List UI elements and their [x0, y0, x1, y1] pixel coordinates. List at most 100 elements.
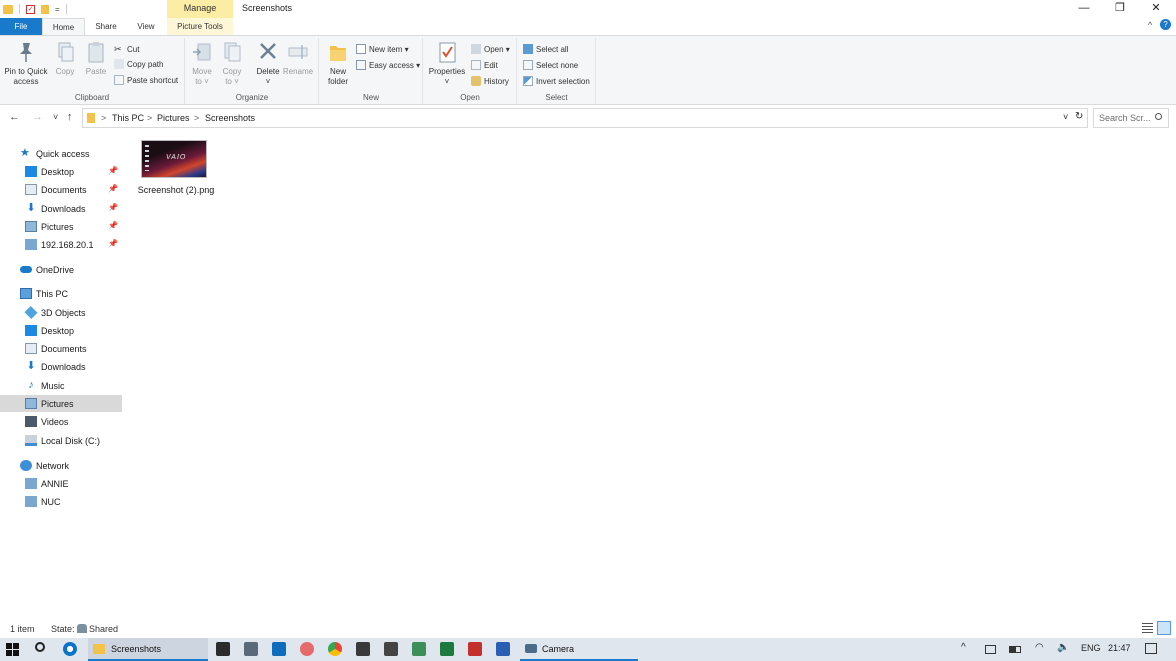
store-icon[interactable]	[216, 642, 230, 656]
properties-check-icon[interactable]: ✓	[26, 4, 35, 14]
nav-documents[interactable]: Documents	[0, 340, 122, 357]
outlook-icon[interactable]	[272, 642, 286, 656]
search-icon[interactable]	[35, 642, 45, 652]
recent-locations-button[interactable]: ˅	[53, 112, 58, 122]
nav-downloads[interactable]: ⬇ Downloads	[0, 358, 122, 375]
nav-network-nuc[interactable]: NUC	[0, 493, 122, 510]
tab-picture-tools[interactable]: Picture Tools	[167, 18, 233, 35]
large-icons-view-icon[interactable]	[1157, 621, 1171, 635]
tab-file[interactable]: File	[0, 18, 42, 35]
breadcrumb-this-pc[interactable]: This PC	[112, 113, 144, 123]
nav-pictures[interactable]: Pictures	[0, 395, 122, 412]
new-group-label: New	[362, 93, 379, 102]
close-button[interactable]: ✕	[1138, 0, 1174, 18]
address-row: ← → ˅ ↑ > This PC > Pictures > Screensho…	[0, 106, 1176, 130]
copy-path-button[interactable]: Copy path	[114, 57, 163, 71]
new-folder-button[interactable]: New folder	[324, 40, 352, 87]
paste-button[interactable]: Paste	[82, 40, 110, 77]
taskbar-app-explorer[interactable]: Screenshots	[88, 638, 208, 661]
volume-icon[interactable]: 🔈	[1057, 642, 1069, 653]
copy-to-button[interactable]: Copy to ˅	[218, 40, 246, 87]
nav-network[interactable]: Network	[0, 457, 122, 474]
nav-3d-objects[interactable]: 3D Objects	[0, 304, 122, 321]
select-all-button[interactable]: Select all	[523, 42, 568, 56]
paste-icon	[88, 42, 104, 63]
forward-button[interactable]: →	[32, 111, 43, 123]
back-button[interactable]: ←	[9, 111, 20, 123]
address-bar[interactable]: > This PC > Pictures > Screenshots ˅ ↻	[82, 108, 1088, 128]
acrobat-icon[interactable]	[468, 642, 482, 656]
windows-start-icon[interactable]	[6, 643, 19, 656]
nav-videos[interactable]: Videos	[0, 413, 122, 430]
move-to-button[interactable]: Move to ˅	[188, 40, 216, 87]
edge-browser-icon[interactable]	[63, 642, 77, 656]
select-none-button[interactable]: Select none	[523, 58, 578, 72]
customize-qa-dropdown[interactable]: =	[55, 5, 60, 14]
app-icon[interactable]	[356, 642, 370, 656]
new-folder-qa-icon[interactable]	[41, 4, 49, 14]
nav-quick-downloads[interactable]: ⬇ Downloads 📌	[0, 200, 122, 217]
nav-local-disk[interactable]: Local Disk (C:)	[0, 432, 122, 449]
refresh-button[interactable]: ↻	[1075, 111, 1083, 122]
nav-music[interactable]: ♪ Music	[0, 377, 122, 394]
word-icon[interactable]	[496, 642, 510, 656]
tab-home[interactable]: Home	[42, 18, 85, 35]
address-dropdown-button[interactable]: ˅	[1063, 112, 1068, 122]
edit-button[interactable]: Edit	[471, 58, 498, 72]
tab-view[interactable]: View	[127, 18, 165, 35]
invert-selection-button[interactable]: Invert selection	[523, 74, 590, 88]
easy-access-button[interactable]: Easy access ▾	[356, 58, 420, 72]
thumbnail-logo-text: VAIO	[166, 154, 187, 161]
history-button[interactable]: History	[471, 74, 509, 88]
cut-button[interactable]: ✂ Cut	[114, 42, 139, 56]
help-button[interactable]: ?	[1160, 19, 1171, 30]
details-view-icon[interactable]	[1142, 623, 1153, 634]
battery-icon[interactable]	[1009, 646, 1021, 653]
quick-access-toolbar: ✓ =	[3, 3, 67, 15]
nav-quick-access[interactable]: ★ Quick access	[0, 145, 122, 162]
tab-share[interactable]: Share	[85, 18, 127, 35]
language-indicator[interactable]: ENG	[1081, 643, 1101, 653]
manage-contextual-tab[interactable]: Manage	[167, 0, 233, 18]
file-item[interactable]: VAIO Screenshot (2).png	[123, 136, 233, 212]
nav-network-annie[interactable]: ANNIE	[0, 475, 122, 492]
breadcrumb-screenshots[interactable]: Screenshots	[205, 113, 255, 123]
app-icon[interactable]	[300, 642, 314, 656]
app-icon[interactable]	[412, 642, 426, 656]
rename-button[interactable]: Rename	[282, 40, 314, 77]
up-button[interactable]: ↑	[67, 111, 73, 123]
pin-to-quick-access-button[interactable]: Pin to Quick access	[3, 40, 49, 87]
nav-quick-documents[interactable]: Documents 📌	[0, 181, 122, 198]
new-group: New folder New item ▾ Easy access ▾ New	[320, 38, 423, 104]
show-hidden-icons-chevron[interactable]: ^	[961, 642, 966, 653]
keyboard-icon[interactable]	[985, 645, 996, 654]
network-drive-icon	[25, 239, 37, 250]
paste-shortcut-button[interactable]: Paste shortcut	[114, 73, 178, 87]
maximize-button[interactable]: ❐	[1102, 0, 1138, 18]
app-icon[interactable]	[244, 642, 258, 656]
delete-button[interactable]: Delete ˅	[252, 40, 284, 87]
notifications-icon[interactable]	[1145, 643, 1157, 654]
nav-onedrive[interactable]: OneDrive	[0, 261, 122, 278]
collapse-ribbon-button[interactable]: ^	[1148, 20, 1152, 30]
breadcrumb-pictures[interactable]: Pictures	[157, 113, 190, 123]
excel-icon[interactable]	[440, 642, 454, 656]
chrome-icon[interactable]	[328, 642, 342, 656]
wifi-icon[interactable]: ◠	[1035, 642, 1044, 653]
minimize-button[interactable]: —	[1066, 0, 1102, 18]
app-icon[interactable]	[384, 642, 398, 656]
nav-quick-desktop[interactable]: Desktop 📌	[0, 163, 122, 180]
copy-to-icon	[224, 42, 241, 62]
properties-button[interactable]: Properties ˅	[426, 40, 468, 87]
open-button[interactable]: Open ▾	[471, 42, 510, 56]
copy-button[interactable]: Copy	[52, 40, 78, 77]
clock[interactable]: 21:47	[1108, 643, 1131, 653]
nav-quick-pictures[interactable]: Pictures 📌	[0, 218, 122, 235]
nav-desktop[interactable]: Desktop	[0, 322, 122, 339]
nav-this-pc[interactable]: This PC	[0, 285, 122, 302]
breadcrumb-separator: >	[101, 113, 107, 123]
taskbar-app-camera[interactable]: Camera	[520, 638, 638, 661]
downloads-icon: ⬇	[26, 202, 36, 214]
new-item-button[interactable]: New item ▾	[356, 42, 409, 56]
nav-quick-network-share[interactable]: 192.168.20.1 📌	[0, 236, 122, 253]
